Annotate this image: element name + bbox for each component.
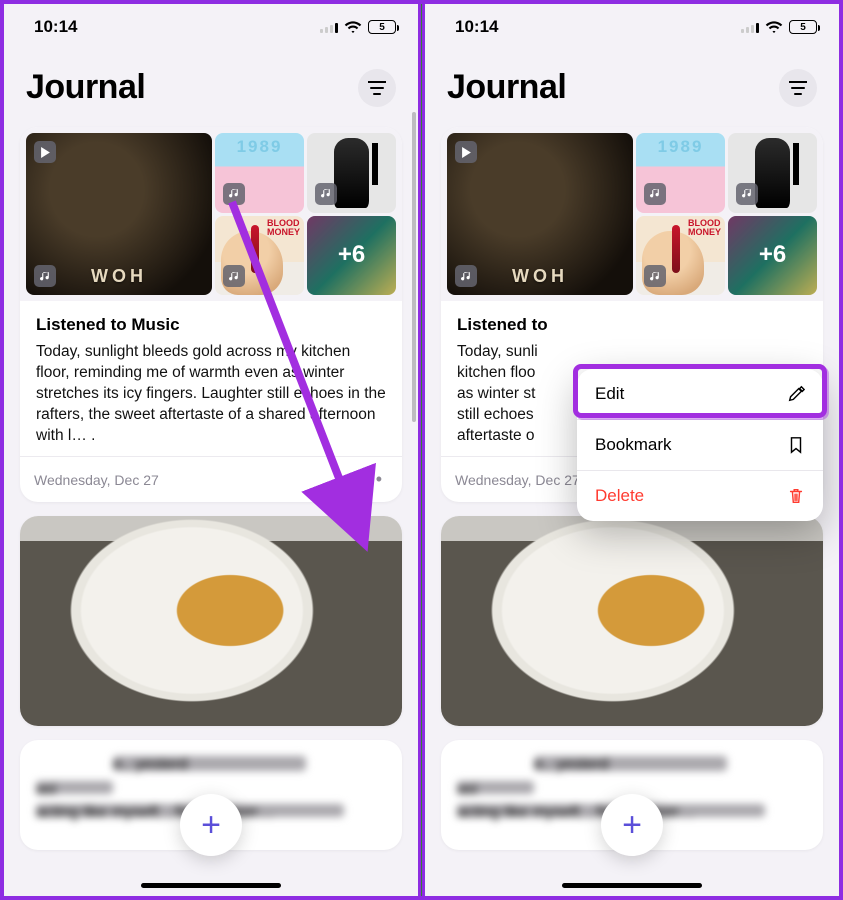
filter-button[interactable] — [358, 69, 396, 107]
media-tile[interactable]: 1989 — [636, 133, 725, 213]
status-indicators: 5 — [320, 20, 396, 34]
more-count: +6 — [728, 216, 817, 296]
media-tile[interactable] — [307, 133, 396, 213]
album-title: WOH — [447, 266, 633, 287]
entry-media-grid: WOH 1989 BLOOD MONEY +6 — [441, 127, 823, 301]
entry-media-grid: WOH 1989 BLOOD MONEY +6 — [20, 127, 402, 301]
cell-signal-icon — [741, 21, 759, 33]
entry-more-button[interactable]: ••• — [355, 467, 388, 492]
context-menu-bookmark[interactable]: Bookmark — [577, 420, 823, 471]
status-indicators: 5 — [741, 20, 817, 34]
media-tile[interactable]: BLOOD MONEY — [636, 216, 725, 296]
screenshot-left: 10:14 5 Journal WOH 1989 — [4, 4, 418, 896]
screenshot-right: 10:14 5 Journal WOH 1989 — [425, 4, 839, 896]
journal-entry-card[interactable]: WOH 1989 BLOOD MONEY +6 — [20, 127, 402, 502]
media-tile-more[interactable]: +6 — [307, 216, 396, 296]
music-note-icon — [223, 183, 245, 205]
status-time: 10:14 — [34, 17, 77, 37]
status-time: 10:14 — [455, 17, 498, 37]
status-bar: 10:14 5 — [4, 4, 418, 50]
cell-signal-icon — [320, 21, 338, 33]
media-tile-large[interactable]: WOH — [26, 133, 212, 295]
music-note-icon — [223, 265, 245, 287]
album-title: WOH — [26, 266, 212, 287]
entry-title: Listened to Music — [36, 315, 386, 335]
context-menu-delete[interactable]: Delete — [577, 471, 823, 521]
media-tile[interactable] — [728, 133, 817, 213]
home-indicator[interactable] — [562, 883, 702, 888]
wifi-icon — [344, 20, 362, 34]
wifi-icon — [765, 20, 783, 34]
page-title: Journal — [447, 68, 566, 107]
add-entry-button[interactable]: + — [180, 794, 242, 856]
page-header: Journal — [4, 50, 418, 123]
more-count: +6 — [307, 216, 396, 296]
pencil-icon — [787, 385, 805, 403]
entry-photo — [441, 516, 823, 726]
media-tile-large[interactable]: WOH — [447, 133, 633, 295]
music-note-icon — [644, 183, 666, 205]
entry-photo — [20, 516, 402, 726]
play-icon[interactable] — [455, 141, 477, 163]
filter-button[interactable] — [779, 69, 817, 107]
plus-icon: + — [622, 806, 642, 845]
battery-icon: 5 — [368, 20, 396, 34]
page-header: Journal — [425, 50, 839, 123]
entry-title: Listened to — [457, 315, 807, 335]
media-tile[interactable]: BLOOD MONEY — [215, 216, 304, 296]
media-tile-more[interactable]: +6 — [728, 216, 817, 296]
filter-icon — [789, 81, 807, 95]
entry-date: Wednesday, Dec 27 — [455, 472, 580, 488]
journal-entry-card[interactable] — [20, 516, 402, 726]
filter-icon — [368, 81, 386, 95]
entry-text: Today, sunlight bleeds gold across my ki… — [36, 341, 386, 446]
music-note-icon — [736, 183, 758, 205]
battery-icon: 5 — [789, 20, 817, 34]
page-title: Journal — [26, 68, 145, 107]
plus-icon: + — [201, 806, 221, 845]
music-note-icon — [315, 183, 337, 205]
bookmark-icon — [787, 436, 805, 454]
play-icon[interactable] — [34, 141, 56, 163]
music-note-icon — [644, 265, 666, 287]
entry-date: Wednesday, Dec 27 — [34, 472, 159, 488]
add-entry-button[interactable]: + — [601, 794, 663, 856]
scrollbar[interactable] — [412, 112, 416, 422]
home-indicator[interactable] — [141, 883, 281, 888]
entry-footer: Wednesday, Dec 27 ••• — [20, 456, 402, 502]
status-bar: 10:14 5 — [425, 4, 839, 50]
context-menu-edit[interactable]: Edit — [577, 369, 823, 420]
trash-icon — [787, 487, 805, 505]
context-menu: Edit Bookmark Delete — [577, 369, 823, 521]
media-tile[interactable]: 1989 — [215, 133, 304, 213]
entry-body: Listened to Music Today, sunlight bleeds… — [20, 301, 402, 456]
journal-entry-card[interactable] — [441, 516, 823, 726]
